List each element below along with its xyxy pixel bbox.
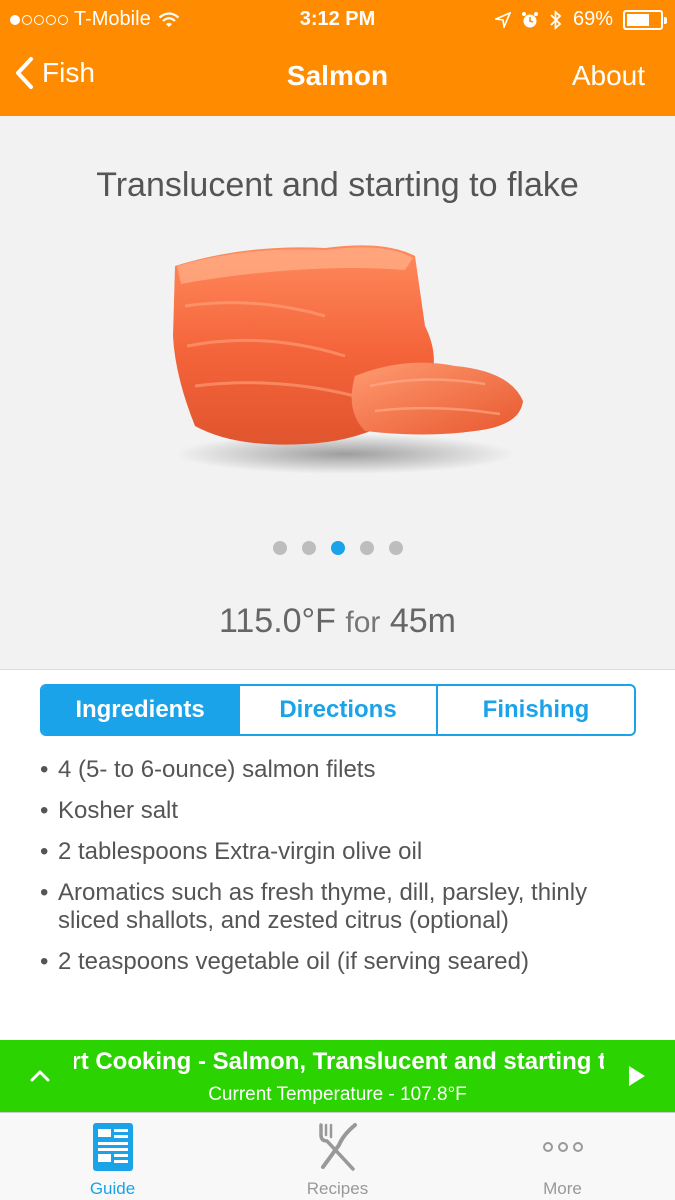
more-dots-icon (542, 1142, 583, 1152)
alarm-clock-icon (521, 11, 538, 27)
chevron-left-icon (16, 57, 33, 89)
location-arrow-icon (494, 11, 511, 28)
tabbar-item-more[interactable]: More (450, 1113, 675, 1200)
page-dot[interactable] (301, 541, 316, 555)
tab-ingredients[interactable]: Ingredients (42, 686, 240, 734)
tab-finishing[interactable]: Finishing (438, 686, 634, 734)
list-item: Aromatics such as fresh thyme, dill, par… (40, 879, 640, 935)
fork-knife-icon (318, 1123, 357, 1171)
bottom-tab-bar: Guide Recipes More (0, 1112, 675, 1200)
tabbar-item-guide[interactable]: Guide (0, 1113, 225, 1200)
tabbar-label-recipes: Recipes (306, 1179, 369, 1198)
about-button[interactable]: About (572, 60, 645, 92)
target-temperature: 115.0°F (219, 602, 336, 640)
back-button-label: Fish (42, 57, 95, 88)
page-dot[interactable] (388, 541, 403, 555)
page-indicator (0, 541, 675, 555)
list-item: 2 teaspoons vegetable oil (if serving se… (40, 948, 640, 976)
doneness-caption: Translucent and starting to flake (96, 166, 579, 204)
battery-percent: 69% (572, 8, 613, 30)
banner-title: Start Cooking - Salmon, Translucent and … (74, 1048, 604, 1075)
doneness-panel: Translucent and starting to flake 115.0°… (0, 116, 675, 670)
play-icon[interactable] (629, 1066, 645, 1086)
page-dot[interactable] (359, 541, 374, 555)
app-header: T-Mobile 3:12 PM 69% Fish Salmon About (0, 0, 675, 116)
back-button[interactable]: Fish (14, 56, 95, 90)
list-item: 2 tablespoons Extra-virgin olive oil (40, 838, 640, 866)
battery-icon (623, 9, 667, 30)
bluetooth-icon (550, 9, 562, 30)
banner-title-clip: Start Cooking - Salmon, Translucent and … (74, 1048, 604, 1076)
list-item: Kosher salt (40, 797, 640, 825)
list-item: 4 (5- to 6-ounce) salmon filets (40, 756, 640, 784)
guide-icon (92, 1123, 133, 1171)
status-bar: T-Mobile 3:12 PM 69% (0, 0, 675, 38)
tab-directions[interactable]: Directions (240, 686, 438, 734)
tabbar-label-guide: Guide (89, 1179, 136, 1198)
salmon-photo[interactable] (125, 226, 555, 496)
for-label: for (345, 606, 381, 639)
tabbar-label-more: More (543, 1179, 582, 1198)
cook-duration: 45m (389, 602, 456, 640)
ingredients-list: 4 (5- to 6-ounce) salmon filets Kosher s… (40, 756, 640, 989)
current-temperature: Current Temperature - 107.8°F (208, 1084, 467, 1105)
page-dot[interactable] (272, 541, 287, 555)
recipe-tabs: Ingredients Directions Finishing (40, 684, 636, 736)
cook-settings: 115.0°F for 45m (0, 602, 675, 641)
start-cooking-banner[interactable]: Start Cooking - Salmon, Translucent and … (0, 1040, 675, 1112)
tabbar-item-recipes[interactable]: Recipes (225, 1113, 450, 1200)
status-right: 69% (494, 8, 667, 31)
page-dot[interactable] (330, 541, 345, 555)
nav-bar: Fish Salmon About (0, 40, 675, 116)
